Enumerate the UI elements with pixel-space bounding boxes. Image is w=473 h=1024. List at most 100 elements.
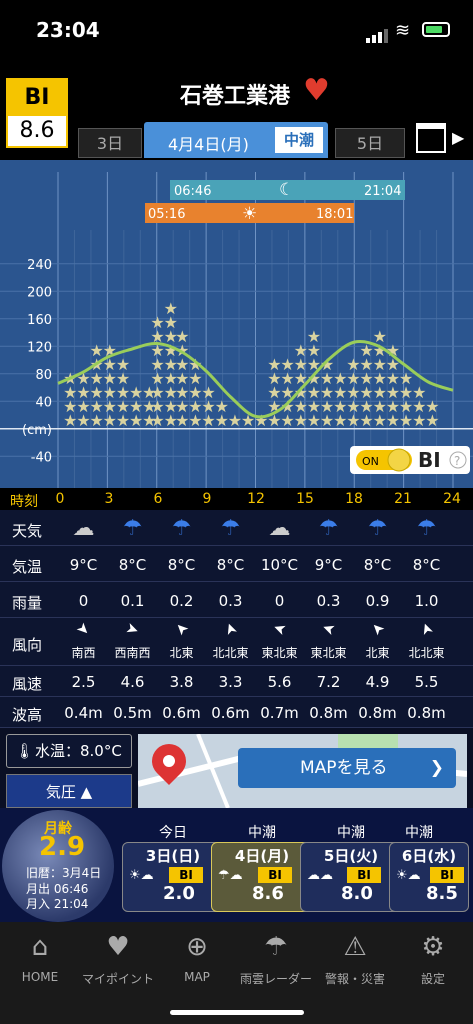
warning-icon: ⚠: [343, 932, 367, 962]
nav-mypoint[interactable]: ♥ マイポイント: [78, 932, 158, 987]
nav-map-label: MAP: [184, 970, 210, 984]
chevron-right-icon: ❯: [429, 758, 444, 778]
pressure-button[interactable]: 気圧 ▲: [6, 774, 132, 808]
wave-cell: 0.8m: [358, 704, 397, 722]
temp-cell: 8°C: [167, 556, 196, 574]
y-tick-label: 40: [35, 395, 52, 410]
status-time: 23:04: [36, 18, 100, 42]
nav-home[interactable]: ⌂ HOME: [0, 932, 80, 984]
moon-icon: ☾: [279, 180, 294, 200]
crosshair-icon: ⊕: [186, 932, 208, 962]
rain-cloud-icon: ☂: [264, 932, 288, 962]
wind-dir-cell: 南西: [71, 646, 96, 660]
moon-and-days-bar: 月齢 2.9 旧暦：3月4日 月出 06:46 月入 21:04 今日 3日(日…: [0, 808, 473, 922]
lunar-date: 旧暦：3月4日: [26, 866, 102, 880]
wind-dir-cell: 西南西: [114, 646, 151, 660]
temp-cell: 9°C: [314, 556, 343, 574]
nav-mypoint-label: マイポイント: [81, 972, 154, 986]
home-indicator: [170, 1010, 304, 1015]
day-card-date: 3日(日): [145, 847, 201, 865]
temp-cell: 9°C: [69, 556, 98, 574]
day-card[interactable]: 5日(火) ☁☁ BI 8.0: [300, 842, 402, 912]
bi-toggle-label: BI: [418, 448, 441, 472]
day-card-bi-label: BI: [347, 867, 381, 883]
day-card[interactable]: 6日(水) ☀☁ BI 8.5: [389, 842, 469, 912]
help-icon-mark: ?: [454, 454, 460, 468]
wind-speed-cell: 4.6: [120, 673, 145, 691]
wifi-icon: ≋: [395, 20, 411, 41]
temp-cell: 8°C: [118, 556, 147, 574]
header: BI 8.6 石巻工業港 ♥ 3日 4月4日(月) 中潮 5日 ▶: [0, 60, 473, 160]
umbrella-icon: ☂: [171, 516, 192, 541]
tide-chart: ★ ★ ★ ★ ★ ★ ★ ★ ★ ★ ★ ★ ★ ★ ★ ★ ★ ★ ★ ★ ★ ★ ★ ★ ★ ★ ★ ★ ★ ★ ★ ★ ★ ★ ★ ★ ★ ★ ★ ★…: [0, 160, 473, 488]
nav-map[interactable]: ⊕ MAP: [157, 932, 237, 984]
nav-alerts[interactable]: ⚠ 警報・災害: [315, 932, 395, 987]
nav-rain-radar[interactable]: ☂ 雨雲レーダー: [236, 932, 316, 987]
wind-dir-row: 風向 ➤ ➤ ➤ ➤ ➤ ➤ ➤ ➤ 南西 西南西 北東 北北東 東北東 東北東…: [0, 618, 473, 666]
rain-cell: 0.2: [169, 592, 194, 610]
calendar-icon[interactable]: [416, 123, 446, 153]
wind-dir-cell: 東北東: [261, 646, 298, 660]
cloud-icon: ☁: [268, 516, 291, 541]
wind-dir-cell: 東北東: [310, 646, 347, 660]
wind-speed-cell: 2.5: [71, 673, 96, 691]
nav-settings[interactable]: ⚙ 設定: [393, 932, 473, 987]
wind-speed-cell: 3.8: [169, 673, 194, 691]
bottom-nav: ⌂ HOME ♥ マイポイント ⊕ MAP ☂ 雨雲レーダー ⚠ 警報・災害 ⚙…: [0, 922, 473, 1024]
bi-toggle-knob: [387, 448, 411, 472]
map-panel[interactable]: MAPを見る ❯: [138, 734, 467, 808]
bi-star: ★: [116, 355, 130, 374]
sun-icon: ☀: [242, 204, 257, 224]
moon-age-widget: 月齢 2.9 旧暦：3月4日 月出 06:46 月入 21:04: [2, 810, 114, 922]
day-card-bi-label: BI: [258, 867, 292, 883]
bi-label: BI: [8, 80, 66, 116]
day-card-bi-label: BI: [430, 867, 464, 883]
heart-icon: ♥: [106, 932, 130, 962]
rain-cell: 0.9: [365, 592, 390, 610]
wind-arrow-icon: ➤: [319, 618, 338, 640]
time-tick: 12: [247, 491, 265, 507]
chevron-right-icon[interactable]: ▶: [452, 128, 464, 147]
time-tick: 24: [443, 491, 461, 507]
time-label: 時刻: [10, 494, 38, 510]
place-title: 石巻工業港: [180, 84, 291, 109]
day-card[interactable]: 3日(日) ☀☁ BI 2.0: [122, 842, 224, 912]
cloud-icon: ☁: [72, 516, 95, 541]
wind-arrow-icon: ➤: [123, 618, 142, 640]
y-tick-label: -40: [31, 450, 52, 465]
wind-speed-cell: 3.3: [218, 673, 243, 691]
day-card-selected[interactable]: 4日(月) ☂☁ BI 8.6: [211, 842, 313, 912]
bi-summary-badge: BI 8.6: [6, 78, 68, 148]
rain-cell: 0: [274, 592, 285, 610]
day-card-date: 6日(水): [401, 847, 457, 865]
weather-table: 天気 ☁ ☂ ☂ ☂ ☁ ☂ ☂ ☂ 気温 9°C 8°C 8°C 8°C 10…: [0, 510, 473, 728]
day-card-header: 中潮: [248, 825, 276, 841]
wave-row: 波高 0.4m 0.5m 0.6m 0.6m 0.7m 0.8m 0.8m 0.…: [0, 697, 473, 728]
moon-set-label: 21:04: [364, 184, 401, 199]
wind-speed-cell: 5.6: [267, 673, 292, 691]
next-day-tab[interactable]: 5日: [335, 128, 405, 158]
wave-cell: 0.6m: [162, 704, 201, 722]
wave-cell: 0.8m: [407, 704, 446, 722]
wave-cell: 0.6m: [211, 704, 250, 722]
prev-day-tab[interactable]: 3日: [78, 128, 142, 158]
y-tick-label: 200: [27, 285, 52, 300]
map-open-button[interactable]: MAPを見る ❯: [238, 748, 456, 788]
thermometer-icon: 🌡: [15, 742, 35, 760]
time-tick: 9: [202, 491, 212, 507]
water-temp-box: 🌡 水温：8.0°C: [6, 734, 132, 768]
moonset-time: 月入 21:04: [26, 897, 89, 911]
wind-speed-cell: 4.9: [365, 673, 390, 691]
current-day-tab[interactable]: 4月4日(月) 中潮: [144, 122, 328, 158]
favorite-heart-icon[interactable]: ♥: [303, 73, 330, 108]
time-tick: 0: [55, 491, 65, 507]
temp-row: 気温 9°C 8°C 8°C 8°C 10°C 9°C 8°C 8°C: [0, 546, 473, 582]
moon-rise-label: 06:46: [174, 184, 211, 199]
rain-cell: 0.1: [120, 592, 145, 610]
wind-speed-row: 風速 2.5 4.6 3.8 3.3 5.6 7.2 4.9 5.5: [0, 666, 473, 697]
umbrella-icon: ☂: [367, 516, 388, 541]
sun-rise-label: 05:16: [148, 207, 185, 222]
signal-icon: [366, 24, 390, 43]
sun-cloud-icon: ☀☁: [396, 868, 421, 883]
day-card-bi-value: 8.0: [341, 883, 373, 904]
